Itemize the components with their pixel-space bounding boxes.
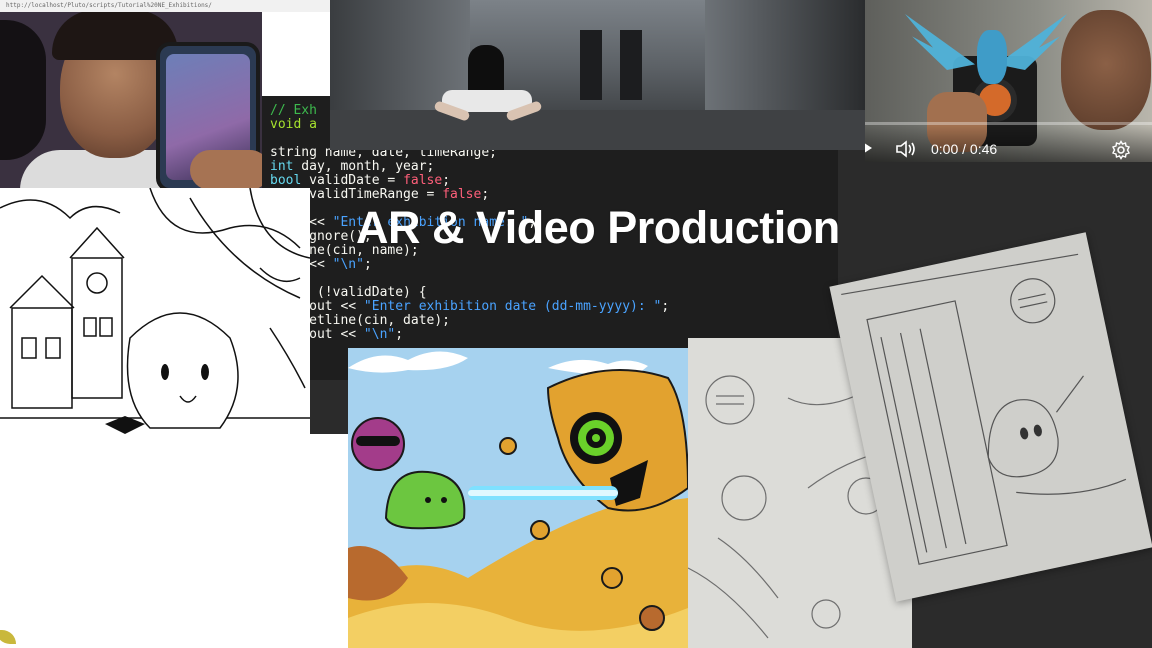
code-token: day, month, year; xyxy=(293,159,435,174)
line-art-illustration xyxy=(0,188,310,434)
play-icon[interactable] xyxy=(865,140,873,160)
code-token: (!validDate) { xyxy=(309,285,427,300)
code-token: false xyxy=(403,173,443,188)
code-token: void a xyxy=(270,117,317,132)
browser-url-bar: http://localhost/Pluto/scripts/Tutorial%… xyxy=(0,0,330,12)
whiteboard-panel xyxy=(262,12,330,96)
video-time-readout: 0:00 / 0:46 xyxy=(931,141,998,157)
hall-door xyxy=(620,30,642,100)
dragon-body xyxy=(977,30,1007,84)
code-token: false xyxy=(442,187,482,202)
leaf-shape xyxy=(0,630,16,644)
chair-shape xyxy=(0,20,46,160)
code-line: while (!validDate) { xyxy=(270,286,838,300)
video-progress-bar[interactable] xyxy=(865,122,1152,125)
hallway-video-frame xyxy=(330,0,865,150)
ar-dragon-video[interactable]: 0:00 / 0:46 xyxy=(865,0,1152,162)
code-token: ; xyxy=(442,173,451,188)
code-token: int xyxy=(270,159,294,174)
code-line: bool validDate = false; xyxy=(270,174,838,188)
code-line: cout << "Enter exhibition date (dd-mm-yy… xyxy=(270,300,838,314)
code-token: // Exh xyxy=(270,103,317,118)
blank-white-panel xyxy=(0,434,348,648)
code-line: cout << "\n"; xyxy=(270,258,838,272)
hand-shape xyxy=(190,150,270,190)
person-face xyxy=(1061,10,1151,130)
code-line: bool validTimeRange = false; xyxy=(270,188,838,202)
code-token: ; xyxy=(363,257,372,272)
code-token: "\n" xyxy=(363,327,396,342)
code-token: validTimeRange = xyxy=(301,187,443,202)
code-token: ; xyxy=(661,299,670,314)
code-token: ; xyxy=(481,187,490,202)
code-line: int day, month, year; xyxy=(270,160,838,174)
code-token: bool xyxy=(270,173,302,188)
code-token: "\n" xyxy=(332,257,364,272)
color-illustration xyxy=(348,348,688,648)
settings-icon[interactable] xyxy=(1111,140,1131,162)
collage-title: AR & Video Production xyxy=(356,202,840,253)
hall-floor xyxy=(330,110,865,150)
code-token: validDate = xyxy=(301,173,404,188)
line-art-drawing xyxy=(0,188,310,434)
code-token: ; xyxy=(395,327,404,342)
code-token: "Enter exhibition date (dd-mm-yyyy): " xyxy=(363,299,662,314)
color-illustration-drawing xyxy=(348,351,688,648)
hall-door xyxy=(580,30,602,100)
volume-icon[interactable] xyxy=(895,140,917,162)
code-line: getline(cin, date); xyxy=(270,314,838,328)
